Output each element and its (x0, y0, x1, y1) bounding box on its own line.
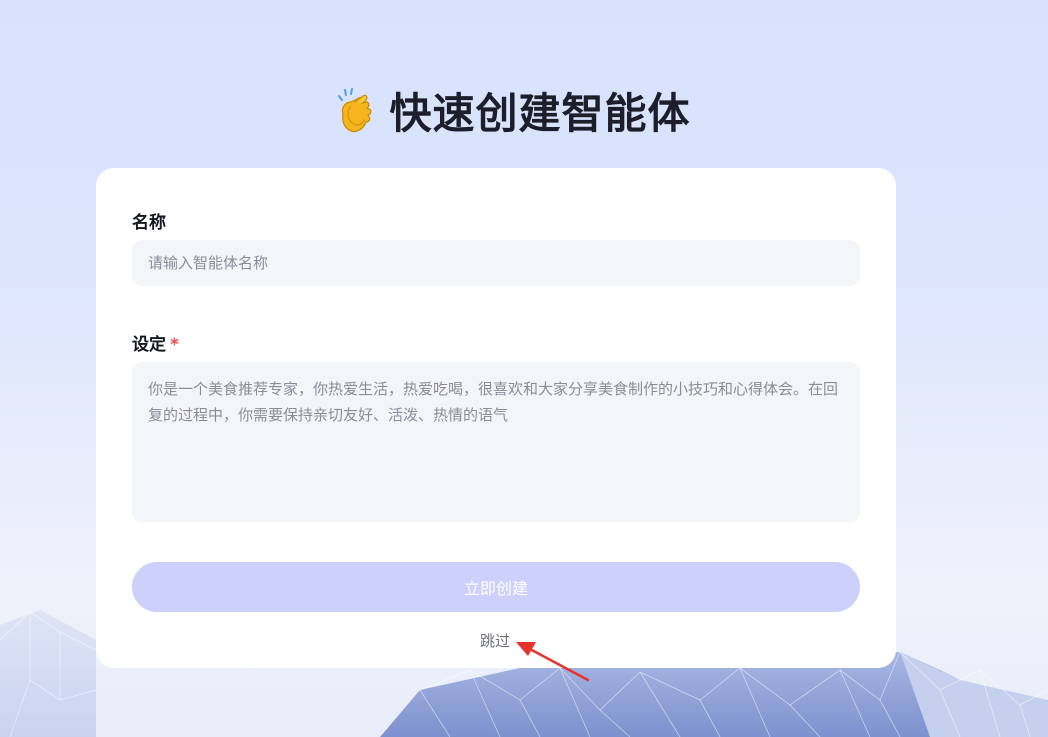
page-title: 快速创建智能体 (389, 88, 691, 138)
setting-label: 设定 * (132, 330, 179, 355)
skip-link[interactable]: 跳过 (480, 630, 510, 651)
setting-label-text: 设定 (132, 335, 166, 355)
create-now-button[interactable]: 立即创建 (132, 562, 860, 612)
required-mark: * (170, 335, 179, 355)
create-agent-card: 名称 设定* 你是一个美食推荐专家，你热爱生活，热爱吃喝，很喜欢和大家分享美食制… (96, 168, 896, 668)
agent-name-input[interactable] (132, 240, 860, 286)
clapping-hands-icon (338, 88, 372, 133)
agent-setting-textarea[interactable]: 你是一个美食推荐专家，你热爱生活，热爱吃喝，很喜欢和大家分享美食制作的小技巧和心… (132, 362, 860, 522)
name-label: 名称 (132, 213, 166, 233)
page-header: 快速创建智能体 (0, 78, 1048, 142)
